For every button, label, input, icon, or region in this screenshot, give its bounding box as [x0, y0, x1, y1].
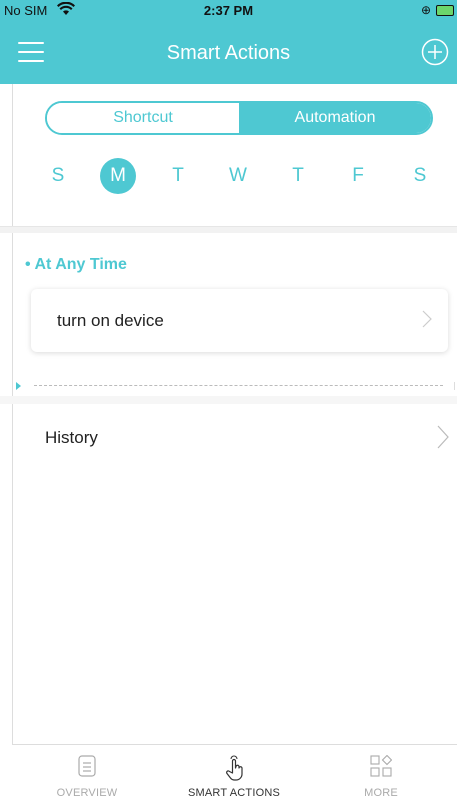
lock-rotation-icon: ⊕ — [420, 3, 431, 17]
bottom-tab-bar: OVERVIEW SMART ACTIONS MORE — [12, 744, 457, 803]
tab-label: OVERVIEW — [56, 787, 118, 799]
status-time: 2:37 PM — [203, 3, 254, 18]
day-selector: S M T W T F S — [40, 158, 438, 198]
tab-label: MORE — [364, 787, 398, 799]
day-sunday[interactable]: S — [40, 158, 76, 194]
day-tuesday[interactable]: T — [160, 158, 196, 194]
section-title: • At Any Time — [25, 256, 127, 273]
action-label: turn on device — [57, 311, 164, 330]
add-circle-icon[interactable] — [421, 38, 449, 66]
day-saturday[interactable]: S — [402, 158, 438, 194]
day-thursday[interactable]: T — [280, 158, 316, 194]
shortcut-tab[interactable]: Shortcut — [47, 103, 239, 133]
nav-bar: Smart Actions — [0, 22, 457, 84]
section-separator — [0, 227, 457, 233]
chevron-right-icon — [422, 310, 432, 333]
history-label: History — [45, 428, 98, 447]
history-row[interactable]: History — [0, 405, 457, 469]
section-separator — [0, 396, 457, 404]
timeline-end-tick — [454, 382, 455, 390]
shortcut-automation-toggle: Shortcut Automation — [45, 101, 433, 135]
battery-charging-icon — [436, 5, 454, 16]
document-list-icon — [78, 755, 96, 782]
grid-shapes-icon — [370, 754, 393, 782]
action-card[interactable]: turn on device — [31, 289, 448, 352]
timeline-dashed-line — [34, 385, 443, 386]
automation-tab[interactable]: Automation — [239, 103, 431, 133]
timeline-indicator — [16, 382, 457, 390]
day-friday[interactable]: F — [340, 158, 376, 194]
page-title: Smart Actions — [166, 42, 291, 64]
chevron-right-icon — [437, 425, 449, 454]
status-bar: No SIM 2:37 PM ⊕ — [0, 0, 457, 22]
tab-more[interactable]: MORE — [306, 745, 456, 803]
tab-label: SMART ACTIONS — [187, 787, 281, 799]
timeline-marker-icon — [16, 382, 21, 390]
tab-smart-actions[interactable]: SMART ACTIONS — [159, 745, 309, 803]
tab-overview[interactable]: OVERVIEW — [12, 745, 162, 803]
day-wednesday[interactable]: W — [220, 158, 256, 194]
hand-tap-icon — [223, 755, 245, 786]
day-monday[interactable]: M — [100, 158, 136, 194]
